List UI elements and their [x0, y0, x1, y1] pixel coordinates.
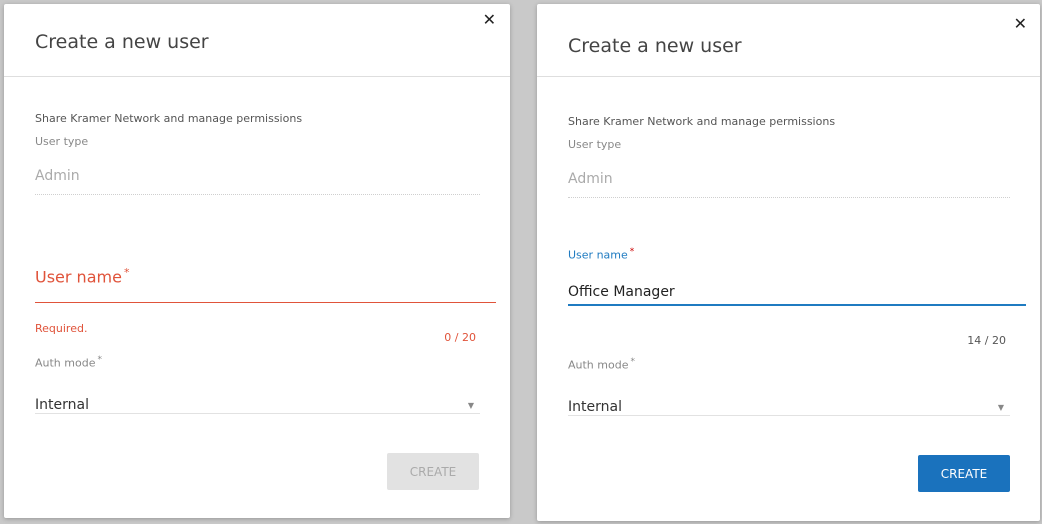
auth-mode-select[interactable]: Internal ▼ — [35, 397, 480, 413]
user-name-input[interactable] — [35, 288, 496, 303]
chevron-down-icon: ▼ — [467, 400, 474, 410]
user-name-input[interactable] — [568, 280, 1026, 306]
required-asterisk: * — [630, 357, 635, 367]
auth-mode-label: Auth mode * — [568, 357, 635, 372]
dialog-title: Create a new user — [35, 31, 209, 53]
auth-mode-select[interactable]: Internal ▼ — [568, 399, 1010, 415]
create-button[interactable]: CREATE — [387, 453, 479, 490]
user-name-counter: 14 / 20 — [967, 334, 1006, 347]
user-type-label: User type — [35, 135, 89, 148]
user-name-label-text: User name — [568, 248, 628, 262]
dialog-header: Create a new user ✕ — [537, 4, 1040, 77]
required-asterisk: * — [97, 355, 102, 365]
user-name-label: User name * — [35, 266, 129, 286]
create-button[interactable]: CREATE — [918, 455, 1010, 492]
auth-mode-underline — [568, 415, 1010, 416]
user-type-label: User type — [568, 138, 622, 151]
auth-mode-label-text: Auth mode — [568, 358, 629, 372]
dialog-subtitle: Share Kramer Network and manage permissi… — [568, 115, 836, 128]
user-name-label: User name * — [568, 247, 634, 262]
auth-mode-underline — [35, 413, 480, 414]
dialog-subtitle: Share Kramer Network and manage permissi… — [35, 112, 303, 125]
user-type-underline — [568, 197, 1010, 198]
user-type-value: Admin — [35, 168, 80, 184]
create-user-dialog-filled: Create a new user ✕ Share Kramer Network… — [537, 4, 1040, 521]
auth-mode-label-text: Auth mode — [35, 356, 96, 370]
chevron-down-icon: ▼ — [997, 402, 1004, 412]
close-icon[interactable]: ✕ — [483, 12, 496, 28]
user-name-counter: 0 / 20 — [444, 331, 476, 344]
required-asterisk: * — [629, 247, 635, 257]
user-type-value: Admin — [568, 171, 613, 187]
create-user-dialog-error: Create a new user ✕ Share Kramer Network… — [4, 4, 510, 518]
dialog-header: Create a new user ✕ — [4, 4, 510, 77]
auth-mode-value: Internal — [35, 397, 89, 413]
user-name-error: Required. — [35, 322, 88, 335]
user-type-underline — [35, 194, 480, 195]
close-icon[interactable]: ✕ — [1014, 16, 1027, 32]
user-name-label-text: User name — [35, 267, 122, 287]
auth-mode-value: Internal — [568, 399, 622, 415]
auth-mode-label: Auth mode * — [35, 355, 102, 370]
required-asterisk: * — [123, 266, 130, 279]
dialog-title: Create a new user — [568, 35, 742, 57]
